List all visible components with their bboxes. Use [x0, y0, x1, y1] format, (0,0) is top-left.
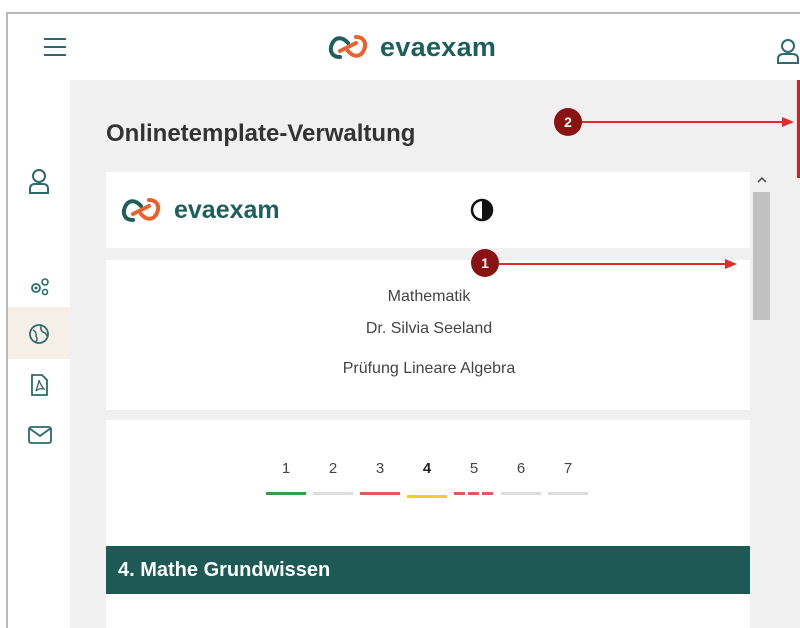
step-status-bar [266, 492, 306, 495]
step-3[interactable]: 3 [360, 460, 400, 495]
annotation-badge-2: 2 [554, 108, 582, 136]
user-icon[interactable] [776, 38, 800, 64]
exam-lecturer: Dr. Silvia Seeland [365, 320, 493, 337]
brand-logo: evaexam [326, 30, 496, 64]
section-header: 4. Mathe Grundwissen [106, 546, 752, 594]
page-title: Onlinetemplate-Verwaltung [106, 120, 416, 147]
template-preview: evaexam Mathematik Dr. Silvia Seeland Pr… [106, 172, 774, 628]
question-navigation-card: 1 2 3 4 5 6 7 4. Mathe Grundwissen [106, 420, 752, 628]
exam-info-card: Mathematik Dr. Silvia Seeland Prüfung Li… [106, 260, 752, 410]
step-status-bar [548, 492, 588, 495]
annotation-arrow-2 [582, 121, 782, 123]
step-status-bar [313, 492, 353, 495]
brand-name: evaexam [380, 31, 497, 62]
preview-brand-logo: evaexam [118, 194, 280, 226]
pdf-icon[interactable] [28, 374, 50, 396]
arrow-head-icon [725, 259, 737, 269]
step-label: 2 [328, 460, 338, 477]
evaexam-logo-icon [121, 198, 161, 222]
step-label: 4 [422, 460, 432, 477]
settings-icon[interactable] [28, 276, 50, 298]
question-stepper: 1 2 3 4 5 6 7 [266, 460, 596, 500]
step-status-bar [360, 492, 400, 495]
preview-header-card: evaexam [106, 172, 752, 248]
step-6[interactable]: 6 [501, 460, 541, 495]
preview-scrollbar[interactable] [750, 172, 774, 628]
step-2[interactable]: 2 [313, 460, 353, 495]
step-label: 5 [469, 460, 479, 477]
globe-icon[interactable] [28, 323, 50, 345]
arrow-head-icon [782, 117, 794, 127]
annotation-arrow-1 [499, 263, 725, 265]
step-label: 1 [281, 460, 291, 477]
exam-name: Prüfung Lineare Algebra [342, 360, 516, 377]
annotation-badge-1: 1 [471, 249, 499, 277]
step-label: 3 [375, 460, 385, 477]
step-status-bar [501, 492, 541, 495]
contrast-icon[interactable] [470, 198, 494, 222]
section-title: 4. Mathe Grundwissen [118, 559, 331, 581]
sidebar-user-icon[interactable] [28, 168, 50, 194]
step-label: 7 [563, 460, 573, 477]
evaexam-logo-icon [328, 35, 368, 59]
preview-brand-name: evaexam [174, 195, 280, 224]
step-4[interactable]: 4 [407, 460, 447, 498]
exam-subject: Mathematik [387, 288, 471, 305]
mail-icon[interactable] [28, 426, 52, 444]
scroll-thumb[interactable] [753, 192, 770, 320]
step-5[interactable]: 5 [454, 460, 494, 495]
step-1[interactable]: 1 [266, 460, 306, 495]
scroll-up-icon[interactable] [756, 174, 768, 186]
top-bar: evaexam [8, 14, 800, 80]
step-status-bar [454, 492, 494, 495]
hamburger-icon[interactable] [44, 38, 66, 56]
step-7[interactable]: 7 [548, 460, 588, 495]
step-status-bar [407, 495, 447, 498]
step-label: 6 [516, 460, 526, 477]
